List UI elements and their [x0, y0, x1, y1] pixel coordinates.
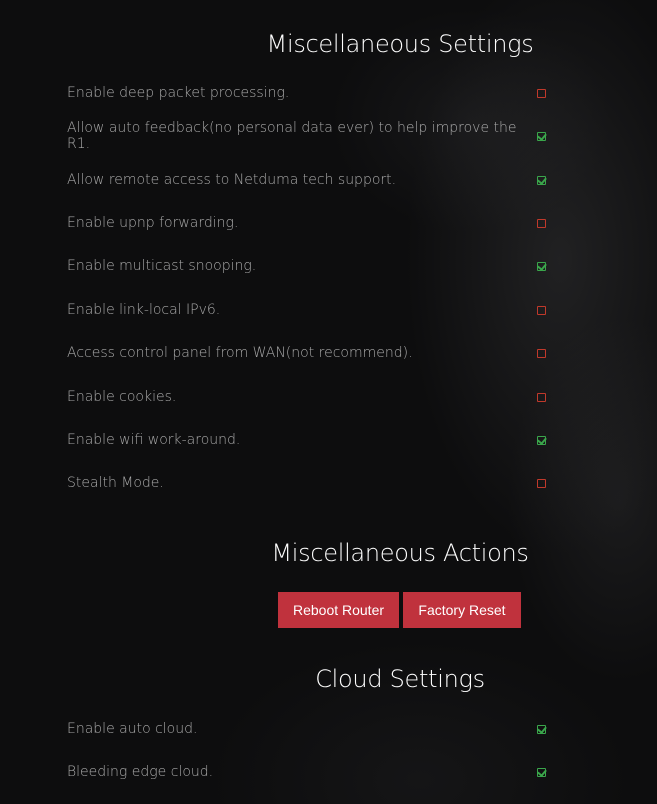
- cloud-settings-title: Cloud Settings: [315, 665, 485, 693]
- misc-settings-title: Miscellaneous Settings: [266, 30, 534, 58]
- multicast-checkbox[interactable]: [537, 261, 546, 271]
- setting-row-cookies: Enable cookies.: [67, 387, 547, 407]
- setting-label: Stealth Mode.: [67, 475, 164, 491]
- setting-row-multicast: Enable multicast snooping.: [67, 256, 547, 276]
- setting-row-wifi: Enable wifi work-around.: [67, 430, 547, 450]
- setting-row-upnp: Enable upnp forwarding.: [67, 213, 547, 233]
- ipv6-checkbox[interactable]: [537, 305, 546, 315]
- stealth-mode-checkbox[interactable]: [537, 478, 546, 488]
- setting-row-auto-feedback: Allow auto feedback(no personal data eve…: [67, 120, 547, 152]
- cookies-checkbox[interactable]: [537, 392, 546, 402]
- setting-label: Enable cookies.: [67, 389, 177, 405]
- setting-row-ipv6: Enable link-local IPv6.: [67, 300, 547, 320]
- setting-label: Enable deep packet processing.: [67, 85, 290, 101]
- wan-access-checkbox[interactable]: [537, 348, 546, 358]
- wifi-workaround-checkbox[interactable]: [537, 435, 546, 445]
- upnp-checkbox[interactable]: [537, 218, 546, 228]
- setting-row-wan-access: Access control panel from WAN(not recomm…: [67, 343, 547, 363]
- setting-label: Allow auto feedback(no personal data eve…: [67, 120, 517, 152]
- remote-access-checkbox[interactable]: [537, 175, 546, 185]
- setting-row-deep-packet: Enable deep packet processing.: [67, 83, 547, 103]
- setting-label: Enable upnp forwarding.: [67, 215, 239, 231]
- setting-label: Access control panel from WAN(not recomm…: [67, 345, 413, 361]
- setting-label: Bleeding edge cloud.: [67, 764, 214, 780]
- setting-row-remote-access: Allow remote access to Netduma tech supp…: [67, 170, 547, 190]
- setting-label: Enable link-local IPv6.: [67, 302, 221, 318]
- setting-row-auto-cloud: Enable auto cloud.: [67, 719, 547, 739]
- setting-row-bleeding-edge: Bleeding edge cloud.: [67, 762, 547, 782]
- setting-label: Enable multicast snooping.: [67, 258, 257, 274]
- setting-label: Enable auto cloud.: [67, 721, 198, 737]
- auto-feedback-checkbox[interactable]: [537, 131, 546, 141]
- reboot-router-button[interactable]: Reboot Router: [278, 592, 399, 628]
- bleeding-edge-checkbox[interactable]: [537, 767, 546, 777]
- deep-packet-checkbox[interactable]: [537, 88, 546, 98]
- setting-label: Enable wifi work-around.: [67, 432, 241, 448]
- factory-reset-button[interactable]: Factory Reset: [403, 592, 521, 628]
- setting-row-stealth: Stealth Mode.: [67, 473, 547, 493]
- auto-cloud-checkbox[interactable]: [537, 724, 546, 734]
- misc-actions-title: Miscellaneous Actions: [271, 539, 529, 567]
- setting-label: Allow remote access to Netduma tech supp…: [67, 172, 397, 188]
